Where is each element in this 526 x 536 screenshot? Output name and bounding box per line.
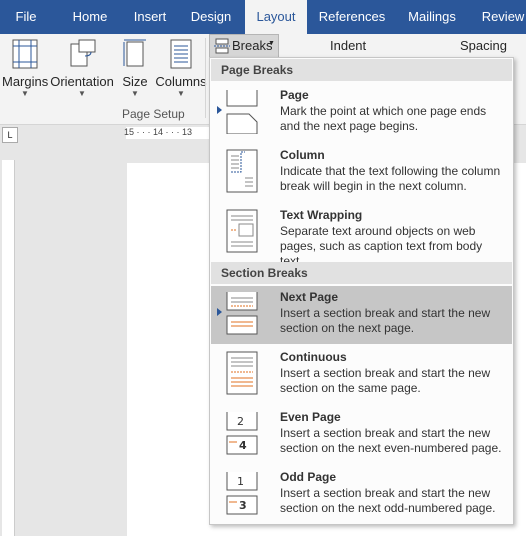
vertical-ruler[interactable] xyxy=(2,160,15,536)
odd-digit-bottom: 3 xyxy=(239,499,247,512)
continuous-section-break-icon xyxy=(225,350,259,396)
page-break-marker-icon xyxy=(217,106,222,114)
columns-button[interactable]: Columns ▼ xyxy=(155,34,207,98)
continuous-desc: Insert a section break and start the new… xyxy=(280,366,491,395)
tab-home[interactable]: Home xyxy=(62,0,118,34)
even-digit-top: 2 xyxy=(237,415,244,428)
size-icon xyxy=(120,38,150,70)
even-page-section-break-icon: 24 xyxy=(225,410,259,456)
columns-icon xyxy=(155,38,207,70)
orientation-label: Orientation xyxy=(50,74,114,89)
chevron-down-icon: ▼ xyxy=(21,89,29,98)
continuous-section-break-item[interactable]: Continuous Insert a section break and st… xyxy=(211,346,512,404)
size-button[interactable]: Size ▼ xyxy=(120,34,150,98)
text-wrapping-break-item[interactable]: Text Wrapping Separate text around objec… xyxy=(211,204,512,268)
odd-page-desc: Insert a section break and start the new… xyxy=(280,486,496,515)
odd-page-title: Odd Page xyxy=(280,470,337,484)
page-break-item[interactable]: Page Mark the point at which one page en… xyxy=(211,84,512,142)
ruler-text: 15 · · · 14 · · · 13 xyxy=(124,127,193,137)
breaks-icon xyxy=(214,38,230,57)
size-label: Size xyxy=(122,74,148,89)
tab-insert[interactable]: Insert xyxy=(124,0,176,34)
continuous-title: Continuous xyxy=(280,350,347,364)
column-break-title: Column xyxy=(280,148,325,162)
tab-file[interactable]: File xyxy=(0,0,52,34)
ribbon-separator xyxy=(205,38,206,118)
next-page-marker-icon xyxy=(217,308,222,316)
even-page-desc: Insert a section break and start the new… xyxy=(280,426,502,455)
margins-icon xyxy=(2,38,48,70)
breaks-dropdown-menu: Page Breaks Page Mark the point at which… xyxy=(209,57,514,525)
tab-mailings[interactable]: Mailings xyxy=(401,0,463,34)
spacing-label: Spacing xyxy=(460,38,507,53)
text-wrapping-break-icon xyxy=(225,208,259,254)
even-digit-bottom: 4 xyxy=(239,439,247,452)
odd-digit-top: 1 xyxy=(237,475,244,488)
odd-page-section-break-item[interactable]: 13 Odd Page Insert a section break and s… xyxy=(211,466,512,524)
page-setup-group-label: Page Setup xyxy=(122,107,185,121)
margins-button[interactable]: Margins ▼ xyxy=(2,34,48,98)
page-break-icon xyxy=(225,88,259,135)
indent-label: Indent xyxy=(330,38,367,53)
even-page-section-break-item[interactable]: 24 Even Page Insert a section break and … xyxy=(211,406,512,464)
next-page-section-break-icon xyxy=(225,290,259,336)
tab-selector[interactable]: L xyxy=(2,127,18,143)
columns-label: Columns xyxy=(155,74,207,89)
section-breaks-header: Section Breaks xyxy=(211,262,512,284)
column-break-desc: Indicate that the text following the col… xyxy=(280,164,501,193)
next-page-section-break-item[interactable]: Next Page Insert a section break and sta… xyxy=(211,286,512,344)
even-page-title: Even Page xyxy=(280,410,341,424)
tab-layout[interactable]: Layout xyxy=(245,0,307,34)
page-break-desc: Mark the point at which one page ends an… xyxy=(280,104,487,133)
tab-references[interactable]: References xyxy=(314,0,390,34)
breaks-label: Breaks xyxy=(232,38,273,53)
breaks-button[interactable]: Breaks ▼ xyxy=(209,34,279,58)
column-break-item[interactable]: Column Indicate that the text following … xyxy=(211,144,512,202)
next-page-desc: Insert a section break and start the new… xyxy=(280,306,491,335)
page-break-title: Page xyxy=(280,88,309,102)
chevron-down-icon: ▼ xyxy=(268,40,275,47)
page-breaks-header: Page Breaks xyxy=(211,59,512,81)
column-break-icon xyxy=(225,148,259,194)
chevron-down-icon: ▼ xyxy=(78,89,86,98)
ribbon-tab-bar: File Home Insert Design Layout Reference… xyxy=(0,0,526,34)
orientation-icon xyxy=(50,38,114,70)
orientation-button[interactable]: Orientation ▼ xyxy=(50,34,114,98)
chevron-down-icon: ▼ xyxy=(177,89,185,98)
margins-label: Margins xyxy=(2,74,49,89)
text-wrapping-break-title: Text Wrapping xyxy=(280,208,363,222)
tab-review[interactable]: Review xyxy=(476,0,526,34)
next-page-title: Next Page xyxy=(280,290,339,304)
chevron-down-icon: ▼ xyxy=(131,89,139,98)
odd-page-section-break-icon: 13 xyxy=(225,470,259,516)
tab-design[interactable]: Design xyxy=(184,0,238,34)
